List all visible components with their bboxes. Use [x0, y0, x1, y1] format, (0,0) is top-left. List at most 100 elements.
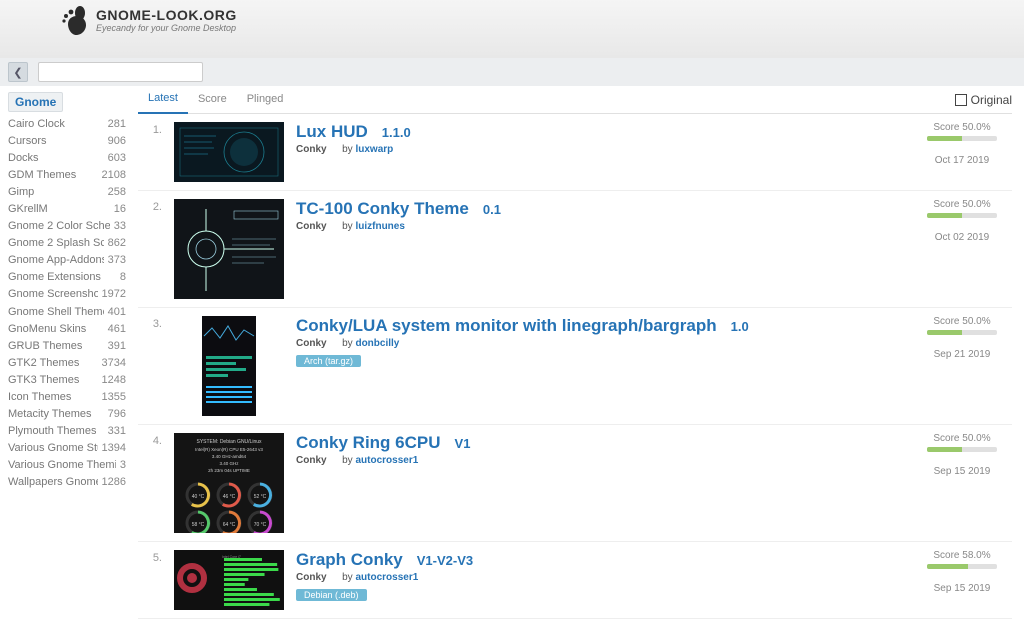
sidebar-item-label: GnoMenu Skins [8, 321, 86, 338]
sidebar-item-label: Various Gnome Stuff [8, 440, 98, 457]
sort-tabs: Latest Score Plinged Original [138, 86, 1012, 114]
item-author[interactable]: autocrosser1 [355, 572, 418, 583]
sidebar-item-count: 906 [104, 133, 126, 150]
sidebar-item-count: 862 [104, 235, 126, 252]
sidebar-item[interactable]: Docks 603 [8, 150, 126, 167]
sidebar-item-label: Metacity Themes [8, 406, 92, 423]
sidebar-item-count: 401 [104, 304, 126, 321]
sidebar-item[interactable]: Cairo Clock281 [8, 116, 126, 133]
sidebar-item[interactable]: Various Gnome Theming3 [8, 457, 126, 474]
chevron-left-icon: ❮ [13, 66, 22, 79]
sidebar-item-label: Gnome Screenshots [8, 286, 98, 303]
sidebar-item-count: 258 [104, 184, 126, 201]
sidebar-item-count: 16 [110, 201, 126, 218]
svg-text:3.40 GHz: 3.40 GHz [219, 461, 239, 466]
sidebar-item[interactable]: Wallpapers Gnome1286 [8, 474, 126, 491]
sidebar-item[interactable]: Icon Themes1355 [8, 389, 126, 406]
sidebar-item-count: 3734 [98, 355, 126, 372]
sidebar-item-label: Gnome Extensions [8, 269, 101, 286]
category-sidebar: Gnome Cairo Clock281Cursors 906 Docks 603GD… [0, 86, 126, 619]
item-category[interactable]: Conky [296, 455, 327, 466]
sidebar-item[interactable]: GRUB Themes391 [8, 338, 126, 355]
sidebar-item[interactable]: GKrellM16 [8, 201, 126, 218]
site-header: GNOME-LOOK.ORG Eyecandy for your Gnome D… [0, 0, 1024, 58]
sidebar-item[interactable]: Various Gnome Stuff1394 [8, 440, 126, 457]
product-item: 2.TC-100 Conky Theme0.1Conky by luizfnun… [138, 191, 1012, 308]
item-author[interactable]: donbcilly [355, 338, 399, 349]
item-category[interactable]: Conky [296, 572, 327, 583]
product-item: 3.Conky/LUA system monitor with linegrap… [138, 308, 1012, 425]
sidebar-item-label: GTK3 Themes [8, 372, 79, 389]
svg-text:70 °C: 70 °C [254, 522, 267, 528]
by-label: by [337, 144, 356, 155]
sidebar-item-label: GTK2 Themes [8, 355, 79, 372]
sidebar-item-count: 1286 [98, 474, 126, 491]
item-title[interactable]: TC-100 Conky Theme [296, 199, 469, 219]
sidebar-item[interactable]: GnoMenu Skins461 [8, 321, 126, 338]
item-score: Score 58.0% [912, 550, 1012, 561]
score-bar [927, 564, 997, 569]
item-date: Sep 21 2019 [912, 349, 1012, 360]
item-category[interactable]: Conky [296, 221, 327, 232]
tab-latest[interactable]: Latest [138, 86, 188, 114]
tab-score[interactable]: Score [188, 87, 237, 113]
sidebar-item-count: 2108 [98, 167, 126, 184]
sidebar-item[interactable]: Gnome Shell Themes401 [8, 304, 126, 321]
sidebar-item[interactable]: GTK3 Themes1248 [8, 372, 126, 389]
product-item: 4.SYSTEM: Debian GNU/LinuxIntel(R) Xeon(… [138, 425, 1012, 542]
sidebar-item[interactable]: Gnome App-Addons373 [8, 252, 126, 269]
sidebar-item-count: 391 [104, 338, 126, 355]
item-thumbnail[interactable] [174, 199, 284, 299]
item-author[interactable]: luxwarp [355, 144, 393, 155]
item-author[interactable]: luizfnunes [355, 221, 404, 232]
item-date: Oct 17 2019 [912, 155, 1012, 166]
item-title[interactable]: Conky/LUA system monitor with linegraph/… [296, 316, 717, 336]
sidebar-item[interactable]: Gnome Extensions 8 [8, 269, 126, 286]
sidebar-item[interactable]: Cursors 906 [8, 133, 126, 150]
item-title[interactable]: Lux HUD [296, 122, 368, 142]
by-label: by [337, 455, 356, 466]
sidebar-item-count: 1394 [98, 440, 126, 457]
item-thumbnail[interactable] [174, 316, 284, 416]
item-category[interactable]: Conky [296, 144, 327, 155]
sidebar-item-count: 603 [104, 150, 126, 167]
item-title[interactable]: Conky Ring 6CPU [296, 433, 441, 453]
item-author[interactable]: autocrosser1 [355, 455, 418, 466]
sidebar-item-label: Plymouth Themes [8, 423, 96, 440]
sidebar-item-label: Docks [8, 150, 39, 167]
score-bar [927, 330, 997, 335]
svg-text:2h 23m 04s UPTIME: 2h 23m 04s UPTIME [208, 468, 250, 473]
item-version: V1-V2-V3 [417, 553, 473, 568]
item-category[interactable]: Conky [296, 338, 327, 349]
package-tag: Debian (.deb) [296, 589, 367, 601]
tab-plinged[interactable]: Plinged [237, 87, 294, 113]
item-thumbnail[interactable]: Intel Core i7 [174, 550, 284, 610]
sidebar-item[interactable]: GTK2 Themes 3734 [8, 355, 126, 372]
original-toggle[interactable]: Original [955, 93, 1012, 107]
item-version: 1.0 [731, 319, 749, 334]
main-content: Latest Score Plinged Original 1.Lux HUD1… [126, 86, 1024, 619]
sidebar-item-count: 8 [116, 269, 126, 286]
item-thumbnail[interactable]: SYSTEM: Debian GNU/LinuxIntel(R) Xeon(R)… [174, 433, 284, 533]
sidebar-item-label: Cursors [8, 133, 47, 150]
sidebar-item-label: Gnome 2 Color Schemes [8, 218, 110, 235]
sidebar-item[interactable]: Gimp258 [8, 184, 126, 201]
svg-text:52 °C: 52 °C [254, 494, 267, 500]
sidebar-item[interactable]: GDM Themes2108 [8, 167, 126, 184]
sidebar-item-count: 33 [110, 218, 126, 235]
search-input[interactable] [38, 62, 203, 82]
sidebar-item-count: 281 [104, 116, 126, 133]
sidebar-item[interactable]: Metacity Themes796 [8, 406, 126, 423]
item-thumbnail[interactable] [174, 122, 284, 182]
back-button[interactable]: ❮ [8, 62, 28, 82]
item-score: Score 50.0% [912, 433, 1012, 444]
sidebar-item[interactable]: Gnome 2 Color Schemes33 [8, 218, 126, 235]
sidebar-item[interactable]: Gnome 2 Splash Screens862 [8, 235, 126, 252]
sidebar-item-label: Icon Themes [8, 389, 71, 406]
sidebar-item[interactable]: Gnome Screenshots1972 [8, 286, 126, 303]
item-score: Score 50.0% [912, 122, 1012, 133]
sidebar-heading[interactable]: Gnome [8, 92, 63, 112]
svg-text:40 °C: 40 °C [192, 494, 205, 500]
item-title[interactable]: Graph Conky [296, 550, 403, 570]
sidebar-item[interactable]: Plymouth Themes331 [8, 423, 126, 440]
